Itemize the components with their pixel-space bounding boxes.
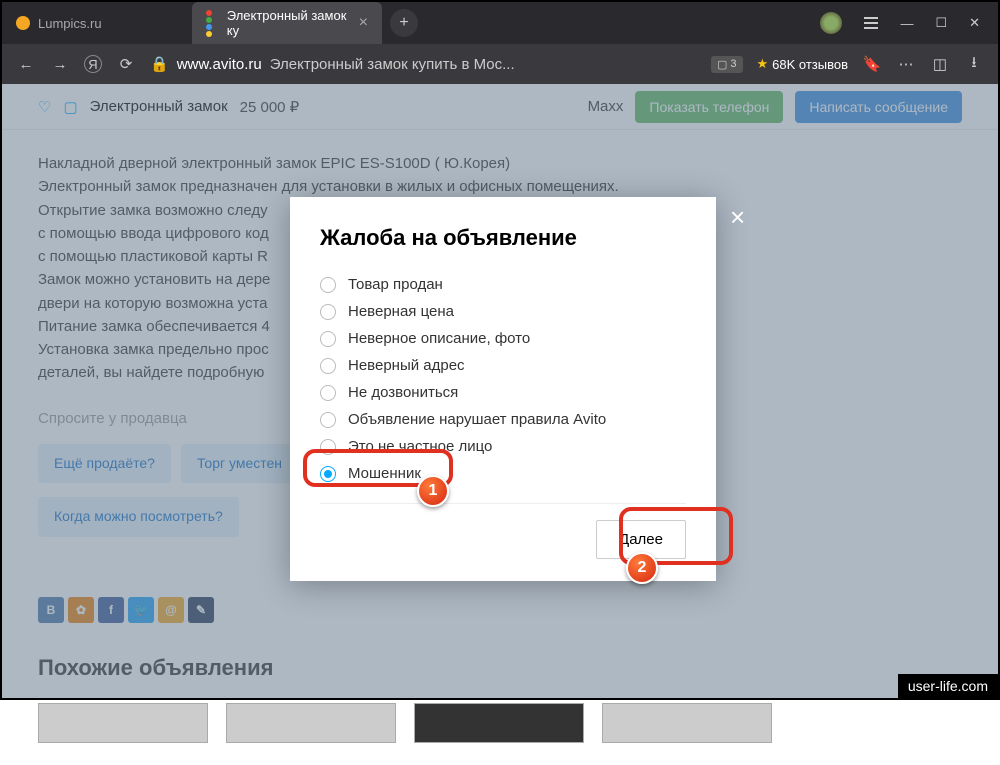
url-field[interactable]: 🔒 www.avito.ru Электронный замок купить … (150, 55, 697, 73)
radio-fraud[interactable]: Мошенник (320, 460, 686, 487)
radio-label: Не дозвониться (348, 384, 458, 401)
similar-item[interactable] (38, 703, 208, 743)
close-window-icon[interactable]: ✕ (969, 15, 980, 31)
tab-favicon (16, 16, 30, 30)
new-tab-button[interactable]: + (390, 9, 418, 37)
tab-favicon (206, 10, 219, 37)
sidebar-icon[interactable]: ◫ (930, 54, 950, 74)
extension-badge[interactable]: ▢3 (711, 56, 743, 73)
radio-wrong-address[interactable]: Неверный адрес (320, 352, 686, 379)
radio-label: Неверное описание, фото (348, 330, 530, 347)
annotation-badge-1: 1 (417, 475, 449, 507)
modal-footer: Далее (320, 520, 686, 559)
radio-icon (320, 358, 336, 374)
radio-icon (320, 304, 336, 320)
address-bar: ← → Я ⟳ 🔒 www.avito.ru Электронный замок… (2, 44, 998, 84)
radio-rules[interactable]: Объявление нарушает правила Avito (320, 406, 686, 433)
radio-no-call[interactable]: Не дозвониться (320, 379, 686, 406)
radio-label: Неверная цена (348, 303, 454, 320)
close-icon[interactable]: × (359, 14, 368, 32)
minimize-icon[interactable]: ― (900, 16, 913, 31)
radio-label: Это не частное лицо (348, 438, 492, 455)
lock-icon: 🔒 (150, 55, 169, 73)
radio-sold[interactable]: Товар продан (320, 271, 686, 298)
radio-icon (320, 439, 336, 455)
url-domain: www.avito.ru (177, 56, 262, 73)
window-controls: ― ☐ ✕ (802, 12, 998, 34)
radio-label: Объявление нарушает правила Avito (348, 411, 606, 428)
yandex-icon[interactable]: Я (84, 55, 102, 73)
report-modal: Жалоба на объявление Товар продан Неверн… (290, 197, 716, 581)
similar-item[interactable] (602, 703, 772, 743)
radio-icon (320, 277, 336, 293)
reviews-badge[interactable]: ★68K отзывов (757, 56, 849, 72)
download-icon[interactable]: ⭳ (964, 54, 984, 74)
maximize-icon[interactable]: ☐ (935, 15, 947, 31)
radio-icon (320, 412, 336, 428)
modal-title: Жалоба на объявление (320, 225, 686, 251)
similar-thumbs (38, 703, 962, 743)
radio-icon (320, 331, 336, 347)
similar-item[interactable] (226, 703, 396, 743)
radio-not-private[interactable]: Это не частное лицо (320, 433, 686, 460)
menu-icon[interactable] (864, 17, 878, 29)
radio-label: Неверный адрес (348, 357, 465, 374)
annotation-badge-2: 2 (626, 552, 658, 584)
tab-avito[interactable]: Электронный замок ку × (192, 2, 382, 44)
url-title: Электронный замок купить в Мос... (270, 56, 515, 73)
reload-icon[interactable]: ⟳ (116, 54, 136, 74)
tab-title: Электронный замок ку (227, 8, 351, 38)
more-icon[interactable]: ⋯ (896, 54, 916, 74)
radio-wrong-price[interactable]: Неверная цена (320, 298, 686, 325)
radio-icon (320, 385, 336, 401)
radio-wrong-desc[interactable]: Неверное описание, фото (320, 325, 686, 352)
radio-icon-selected (320, 466, 336, 482)
similar-item[interactable] (414, 703, 584, 743)
watermark: user-life.com (898, 674, 998, 698)
radio-label: Мошенник (348, 465, 421, 482)
divider (320, 503, 686, 504)
avatar[interactable] (820, 12, 842, 34)
bookmark-icon[interactable]: 🔖 (862, 54, 882, 74)
forward-icon[interactable]: → (50, 54, 70, 74)
back-icon[interactable]: ← (16, 54, 36, 74)
browser-titlebar: Lumpics.ru Электронный замок ку × + ― ☐ … (2, 2, 998, 44)
modal-close-icon[interactable]: × (730, 202, 745, 233)
tab-title: Lumpics.ru (38, 16, 102, 31)
tab-lumpics[interactable]: Lumpics.ru (2, 2, 192, 44)
radio-label: Товар продан (348, 276, 443, 293)
